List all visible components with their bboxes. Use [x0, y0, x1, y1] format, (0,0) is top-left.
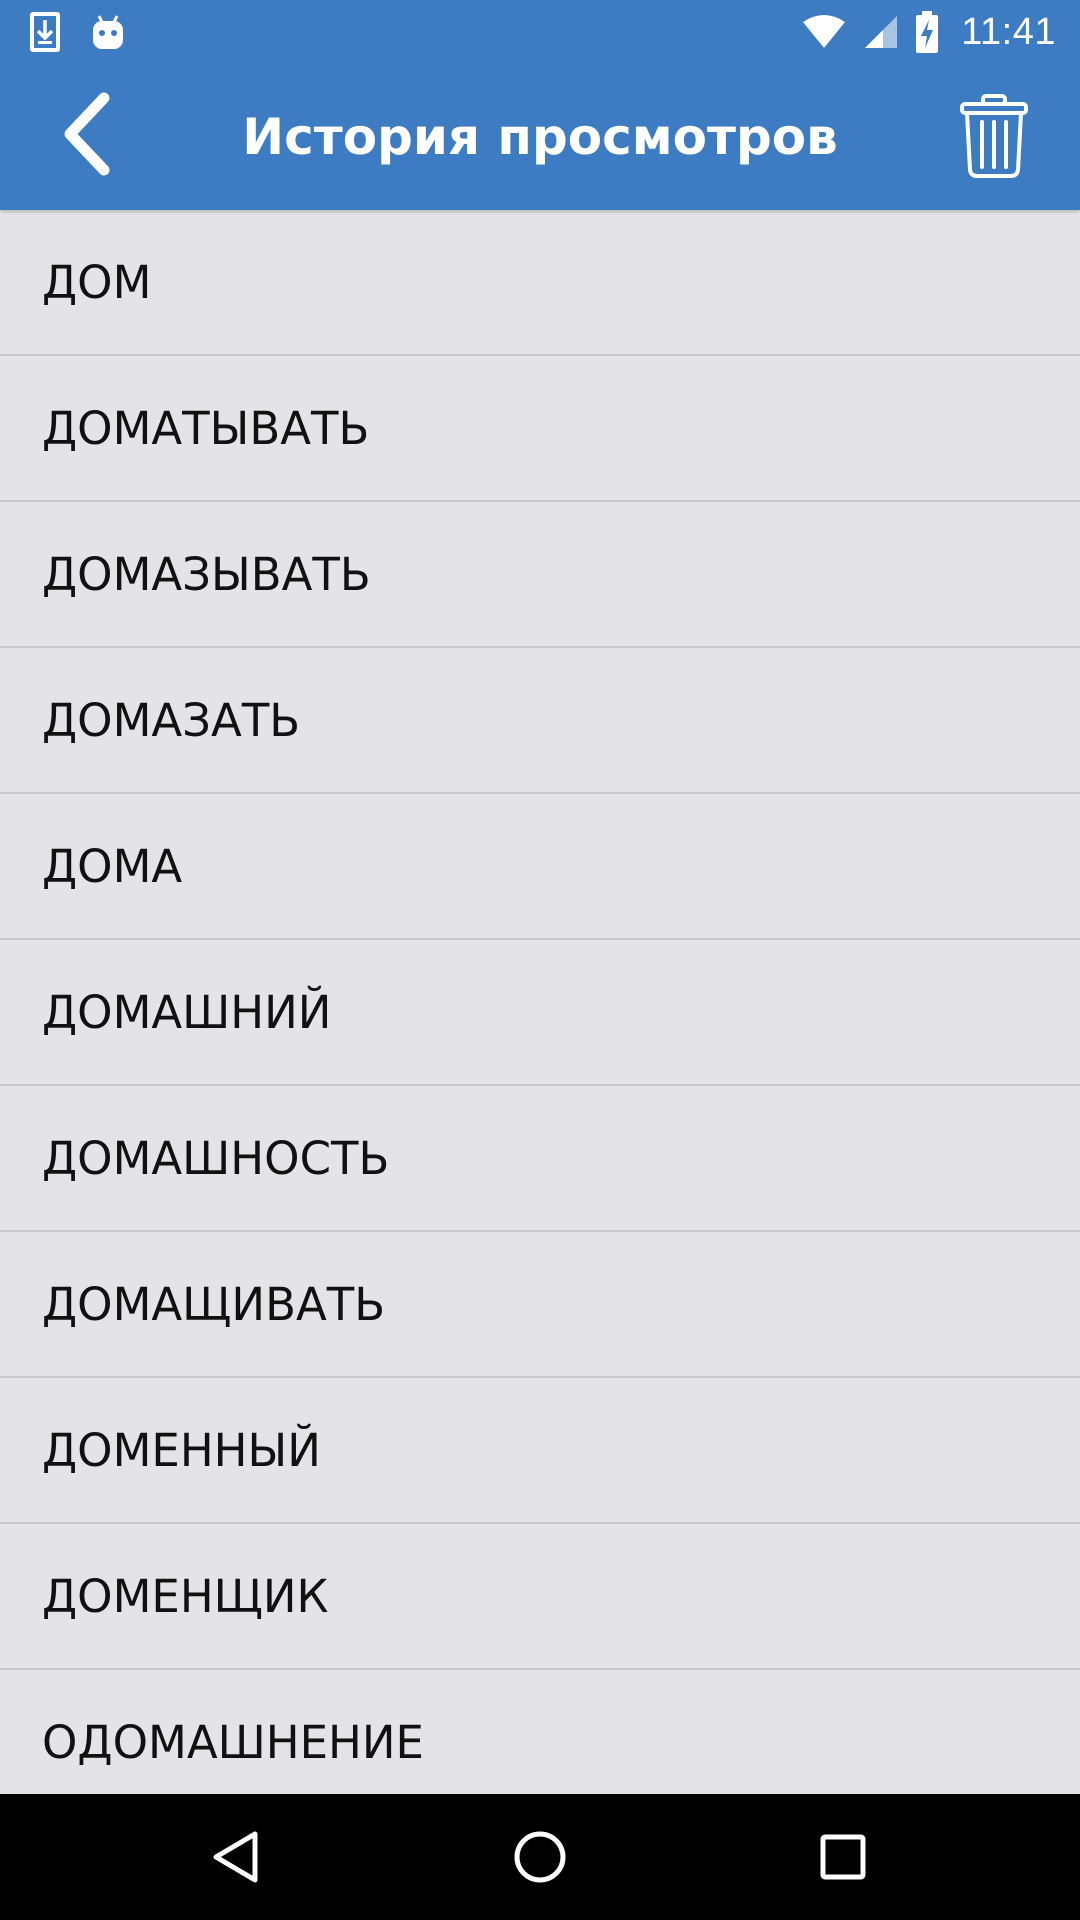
list-item[interactable]: ДОМ: [0, 210, 1080, 356]
history-list: ДОМ ДОМАТЫВАТЬ ДОМАЗЫВАТЬ ДОМАЗАТЬ ДОМА …: [0, 210, 1080, 1794]
android-icon: [90, 12, 126, 52]
list-item-label: ДОМАЩИВАТЬ: [42, 1277, 386, 1331]
list-item[interactable]: ДОМАЗАТЬ: [0, 648, 1080, 794]
clear-history-button[interactable]: [944, 86, 1044, 186]
list-item[interactable]: ДОМАЗЫВАТЬ: [0, 502, 1080, 648]
wifi-icon: [801, 14, 847, 50]
list-item[interactable]: ДОМЕНЩИК: [0, 1524, 1080, 1670]
nav-back-icon: [209, 1829, 263, 1885]
nav-recents-button[interactable]: [803, 1817, 883, 1897]
battery-charging-icon: [915, 10, 939, 54]
screen: 11:41 История просмотров ДОМ ДОМАТЫВАТЬ …: [0, 0, 1080, 1920]
trash-icon: [959, 94, 1029, 178]
page-title: История просмотров: [242, 108, 838, 166]
nav-home-icon: [512, 1829, 568, 1885]
list-item[interactable]: ДОМАТЫВАТЬ: [0, 356, 1080, 502]
list-item-label: ДОМАШНОСТЬ: [42, 1131, 390, 1185]
list-item[interactable]: ДОМЕННЫЙ: [0, 1378, 1080, 1524]
list-item-label: ДОМ: [42, 255, 152, 309]
nav-recents-icon: [818, 1832, 868, 1882]
download-icon: [28, 10, 62, 54]
nav-back-button[interactable]: [196, 1817, 276, 1897]
navigation-bar: [0, 1794, 1080, 1920]
app-bar: История просмотров: [0, 64, 1080, 210]
list-item-label: ДОМАЗЫВАТЬ: [42, 547, 371, 601]
list-item-label: ДОМЕННЫЙ: [42, 1423, 321, 1477]
list-item-label: ДОМА: [42, 839, 183, 893]
list-item-label: ОДОМАШНЕНИЕ: [42, 1715, 424, 1769]
list-item[interactable]: ДОМАШНОСТЬ: [0, 1086, 1080, 1232]
list-item[interactable]: ДОМА: [0, 794, 1080, 940]
status-bar: 11:41: [0, 0, 1080, 64]
cell-signal-icon: [863, 14, 899, 50]
list-item[interactable]: ДОМАЩИВАТЬ: [0, 1232, 1080, 1378]
list-item-label: ДОМЕНЩИК: [42, 1569, 329, 1623]
list-item[interactable]: ДОМАШНИЙ: [0, 940, 1080, 1086]
list-item-label: ДОМАТЫВАТЬ: [42, 401, 370, 455]
list-item-label: ДОМАШНИЙ: [42, 985, 332, 1039]
back-button[interactable]: [36, 84, 136, 184]
status-time: 11:41: [961, 10, 1056, 53]
status-notifications: [28, 8, 126, 56]
list-item[interactable]: ОДОМАШНЕНИЕ: [0, 1670, 1080, 1794]
status-system: 11:41: [801, 8, 1056, 56]
list-item-label: ДОМАЗАТЬ: [42, 693, 301, 747]
chevron-left-icon: [58, 92, 114, 176]
nav-home-button[interactable]: [500, 1817, 580, 1897]
